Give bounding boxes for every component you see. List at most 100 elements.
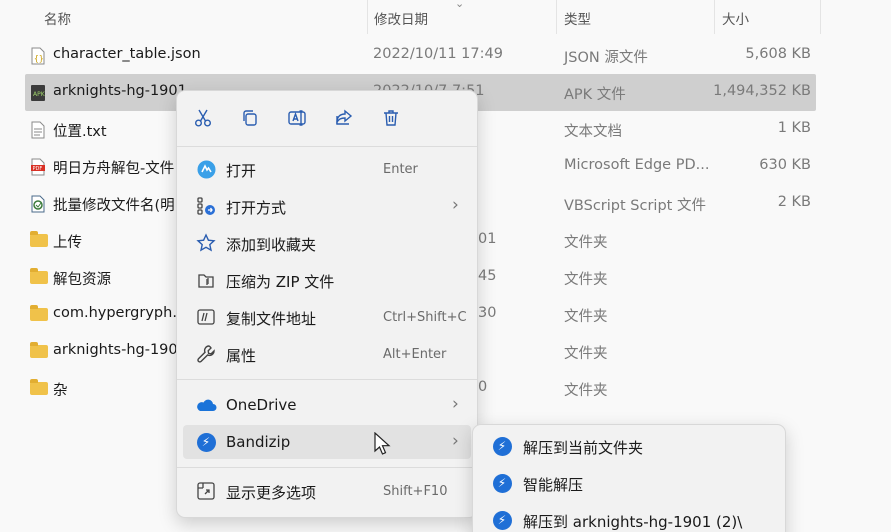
app-icon — [195, 159, 217, 179]
rename-button[interactable] — [283, 104, 311, 132]
folder-icon — [30, 305, 48, 321]
file-date: 2022/10/11 17:49 — [373, 46, 503, 62]
file-row[interactable]: {} character_table.json 2022/10/11 17:49… — [0, 37, 891, 74]
column-type-header[interactable]: 类型 — [564, 8, 591, 28]
file-size: 5,608 KB — [745, 46, 811, 62]
column-divider[interactable] — [367, 0, 368, 34]
zip-icon — [195, 270, 217, 290]
file-size: 1,494,352 KB — [713, 83, 811, 99]
script-file-icon — [30, 195, 48, 213]
submenu-item-label: 智能解压 — [523, 476, 584, 494]
file-type: 文件夹 — [564, 383, 608, 399]
column-name-header[interactable]: 名称 — [44, 8, 71, 28]
menu-separator — [177, 146, 477, 147]
file-size: 1 KB — [777, 120, 811, 136]
file-size: 630 KB — [759, 157, 811, 173]
rename-icon — [288, 110, 306, 126]
file-name: 位置.txt — [53, 124, 107, 140]
file-type: VBScript Script 文件 — [564, 198, 706, 214]
cut-button[interactable] — [189, 104, 217, 132]
file-name: 解包资源 — [53, 272, 111, 288]
text-file-icon — [30, 121, 48, 139]
bandizip-submenu: ⚡ 解压到当前文件夹 ⚡ 智能解压 ⚡ 解压到 arknights-hg-190… — [472, 424, 786, 532]
file-type: JSON 源文件 — [564, 50, 648, 66]
svg-text:{}: {} — [34, 54, 44, 63]
file-date: 45 — [478, 268, 497, 284]
menu-item-label: OneDrive — [226, 396, 297, 414]
menu-item-label: Bandizip — [226, 433, 291, 451]
open-with-icon — [195, 196, 217, 216]
submenu-item-smart-extract[interactable]: ⚡ 智能解压 — [479, 466, 779, 500]
pdf-file-icon: PDF — [30, 158, 48, 176]
file-name: 批量修改文件名(明日 — [53, 198, 190, 214]
menu-item-shortcut: Alt+Enter — [383, 347, 447, 362]
menu-item-label: 添加到收藏夹 — [226, 236, 317, 254]
copy-icon — [243, 110, 257, 126]
folder-icon — [30, 342, 48, 358]
file-name: 明日方舟解包-文件 — [53, 161, 175, 177]
file-name: 杂 — [53, 383, 68, 399]
bandizip-icon: ⚡ — [491, 510, 513, 530]
menu-item-compress-zip[interactable]: 压缩为 ZIP 文件 — [183, 263, 471, 297]
menu-item-show-more-options[interactable]: 显示更多选项 Shift+F10 — [183, 474, 471, 508]
menu-item-open[interactable]: 打开 Enter — [183, 152, 471, 186]
file-size: 2 KB — [777, 194, 811, 210]
submenu-item-label: 解压到当前文件夹 — [523, 439, 644, 457]
share-icon — [336, 109, 353, 125]
column-size-header[interactable]: 大小 — [722, 8, 749, 28]
file-date: 01 — [478, 231, 497, 247]
mouse-cursor-icon — [374, 431, 392, 456]
file-date: 30 — [478, 305, 497, 321]
menu-item-add-favorites[interactable]: 添加到收藏夹 — [183, 226, 471, 260]
more-options-icon — [195, 481, 217, 501]
file-type: 文件夹 — [564, 235, 608, 251]
file-name: 上传 — [53, 235, 82, 251]
menu-item-open-with[interactable]: 打开方式 › — [183, 189, 471, 223]
submenu-item-label: 解压到 arknights-hg-1901 (2)\ — [523, 513, 743, 531]
menu-item-shortcut: Shift+F10 — [383, 484, 448, 499]
delete-button[interactable] — [377, 104, 405, 132]
menu-item-label: 打开 — [226, 162, 257, 180]
cut-icon — [195, 109, 211, 127]
copy-path-icon — [195, 307, 217, 327]
chevron-right-icon: › — [452, 394, 459, 414]
submenu-item-extract-to-folder[interactable]: ⚡ 解压到 arknights-hg-1901 (2)\ — [479, 503, 779, 532]
chevron-right-icon: › — [452, 431, 459, 451]
bandizip-icon: ⚡ — [195, 432, 217, 452]
delete-icon — [384, 110, 398, 126]
menu-item-properties[interactable]: 属性 Alt+Enter — [183, 337, 471, 371]
file-name: com.hypergryph.a — [53, 305, 186, 321]
menu-item-label: 打开方式 — [226, 199, 287, 217]
folder-icon — [30, 231, 48, 247]
bandizip-icon: ⚡ — [491, 473, 513, 493]
folder-icon — [30, 379, 48, 395]
column-divider[interactable] — [556, 0, 557, 34]
menu-item-label: 显示更多选项 — [226, 484, 317, 502]
chevron-right-icon: › — [452, 195, 459, 215]
menu-separator — [177, 379, 477, 380]
svg-text:APK: APK — [33, 91, 46, 98]
column-header: 名称 ⌄ 修改日期 类型 大小 — [0, 0, 891, 34]
submenu-item-extract-here[interactable]: ⚡ 解压到当前文件夹 — [479, 429, 779, 463]
sort-chevron-icon: ⌄ — [455, 0, 465, 10]
file-type: Microsoft Edge PD... — [564, 157, 710, 173]
star-icon — [195, 233, 217, 253]
menu-item-shortcut: Ctrl+Shift+C — [383, 310, 467, 325]
column-divider[interactable] — [714, 0, 715, 34]
share-button[interactable] — [330, 104, 358, 132]
menu-separator — [177, 467, 477, 468]
copy-button[interactable] — [236, 104, 264, 132]
wrench-icon — [195, 344, 217, 364]
file-type: 文件夹 — [564, 272, 608, 288]
column-divider[interactable] — [820, 0, 821, 34]
menu-item-shortcut: Enter — [383, 162, 418, 177]
context-menu: 打开 Enter 打开方式 › 添加到收藏夹 压缩为 ZIP 文件 复制文件地址… — [176, 90, 478, 518]
menu-item-bandizip[interactable]: ⚡ Bandizip › — [183, 425, 471, 459]
menu-item-label: 属性 — [226, 347, 257, 365]
menu-item-copy-path[interactable]: 复制文件地址 Ctrl+Shift+C — [183, 300, 471, 334]
apk-file-icon: APK — [30, 84, 48, 101]
file-type: 文件夹 — [564, 309, 608, 325]
file-name: character_table.json — [53, 46, 201, 62]
column-modified-header[interactable]: 修改日期 — [374, 8, 428, 28]
menu-item-onedrive[interactable]: OneDrive › — [183, 388, 471, 422]
